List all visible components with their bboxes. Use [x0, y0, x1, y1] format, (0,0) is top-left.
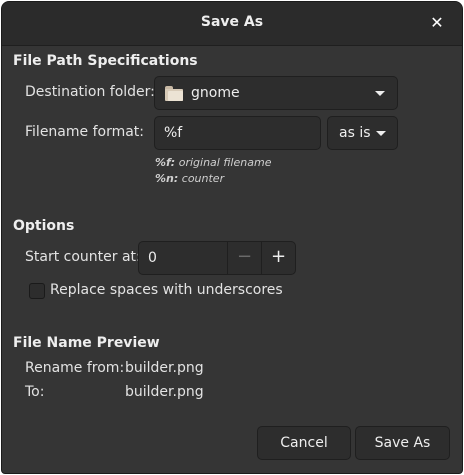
case-option-dropdown[interactable]: as is	[327, 116, 398, 150]
filename-format-label: Filename format:	[25, 124, 145, 140]
replace-spaces-checkbox[interactable]	[29, 283, 45, 299]
case-option-value: as is	[339, 125, 371, 141]
filename-format-field[interactable]: %f	[154, 116, 321, 150]
to-label: To:	[25, 384, 45, 400]
decrement-button[interactable]: −	[227, 242, 261, 274]
cancel-button[interactable]: Cancel	[257, 426, 351, 460]
folder-icon	[165, 86, 183, 101]
rename-from-value: builder.png	[125, 360, 204, 376]
destination-folder-value: gnome	[191, 85, 240, 101]
save-as-dialog: Save As ✕ File Path Specifications Desti…	[1, 1, 463, 474]
filename-format-value: %f	[164, 125, 183, 141]
save-as-button[interactable]: Save As	[355, 426, 450, 460]
rename-from-label: Rename from:	[25, 360, 125, 376]
start-counter-spinbutton: 0 − +	[138, 241, 296, 275]
to-value: builder.png	[125, 384, 204, 400]
start-counter-label: Start counter at:	[25, 249, 141, 265]
hint-n-key: %n:	[155, 172, 179, 185]
preview-section-title: File Name Preview	[13, 335, 160, 351]
options-section-title: Options	[13, 218, 75, 234]
increment-button[interactable]: +	[261, 242, 295, 274]
close-icon[interactable]: ✕	[426, 12, 448, 34]
replace-spaces-label[interactable]: Replace spaces with underscores	[50, 282, 283, 298]
destination-folder-label: Destination folder:	[25, 84, 155, 100]
file-path-section-title: File Path Specifications	[13, 53, 198, 69]
hint-original-filename: %f: original filename	[155, 156, 271, 169]
hint-f-key: %f:	[155, 156, 176, 169]
chevron-down-icon	[375, 91, 385, 96]
start-counter-value[interactable]: 0	[148, 250, 157, 266]
hint-counter: %n: counter	[155, 172, 224, 185]
hint-n-desc: counter	[181, 172, 225, 185]
hint-f-desc: original filename	[178, 156, 272, 169]
destination-folder-combo[interactable]: gnome	[154, 76, 398, 110]
title-bar: Save As ✕	[2, 2, 462, 46]
dialog-title: Save As	[200, 14, 264, 30]
chevron-down-icon	[376, 131, 386, 136]
